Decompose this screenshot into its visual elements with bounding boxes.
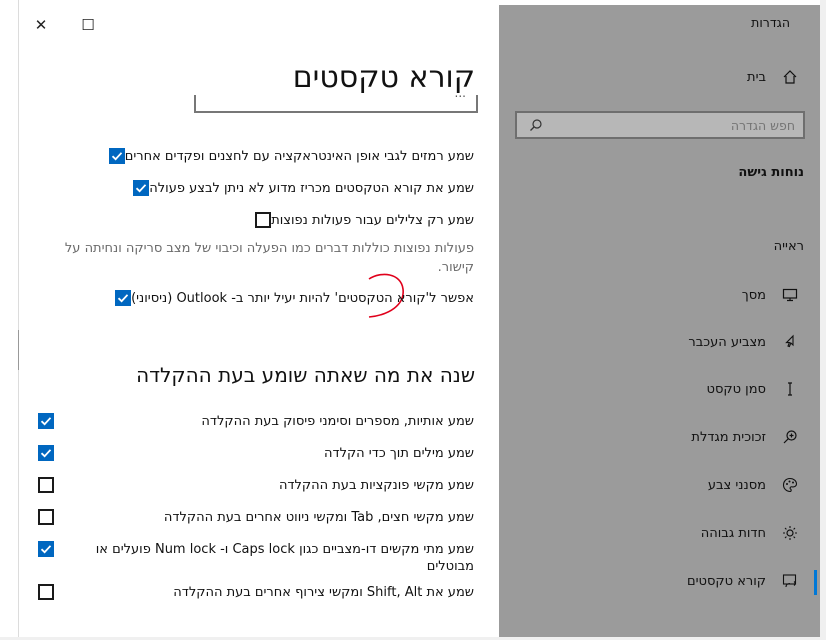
settings-sidebar: הגדרות בית נוחות גישה ראייה מסך מצביע העכ… [499,5,820,637]
keyboard-option-0[interactable]: שמע אותיות, מספרים וסימני פיסוק בעת ההקל… [28,413,474,430]
option-label: שמע רמזים לגבי אופן האינטראקציה עם לחצני… [124,149,474,164]
sidebar-item-narrator[interactable]: קורא טקסטים [499,561,820,601]
background-window-edge [0,0,20,640]
checkmark-icon [117,292,129,304]
search-icon [529,118,543,132]
keyboard-option-4[interactable]: שמע מתי מקשים דו-מצביים כגון Caps lock ו… [28,541,474,575]
search-box[interactable] [515,111,805,139]
option-label: אפשר ל'קורא הטקסטים' להיות יעיל יותר ב- … [131,291,474,306]
option-label: שמע מילים תוך כדי הקלדה [323,446,474,461]
checkmark-icon [135,182,147,194]
checkmark-icon [40,447,52,459]
maximize-icon: ☐ [81,16,95,34]
home-icon [780,67,800,87]
sidebar-item-label: חדות גבוהה [700,525,766,541]
partial-dropdown-value: ... [455,95,466,100]
close-icon: ✕ [34,16,48,34]
sidebar-item-label: מסנני צבע [707,477,766,493]
sidebar-item-label: סמן טקסט [706,381,766,397]
high-contrast-icon [780,523,800,543]
monitor-icon [780,285,800,305]
checkbox[interactable] [38,584,54,600]
option-label: שמע מקשי פונקציות בעת ההקלדה [278,478,474,493]
keyboard-section-heading: שנה את מה שאתה שומע בעת ההקלדה [136,363,475,387]
search-input[interactable] [543,116,803,134]
option-label: שמע אותיות, מספרים וסימני פיסוק בעת ההקל… [201,414,474,429]
option-top-2[interactable]: שמע רק צלילים עבור פעולות נפוצות [245,212,474,229]
partial-dropdown[interactable]: ... [194,95,478,113]
checkmark-icon [40,543,52,555]
keyboard-option-3[interactable]: שמע מקשי חצים, Tab ומקשי ניווט אחרים בעת… [28,509,474,526]
option-top-0[interactable]: שמע רמזים לגבי אופן האינטראקציה עם לחצני… [99,148,474,165]
sidebar-group-label: ראייה [773,239,804,254]
checkbox[interactable] [38,541,54,557]
magnifier-icon [780,427,800,447]
sidebar-item-monitor[interactable]: מסך [499,275,820,315]
page-title: קורא טקסטים [292,60,475,95]
keyboard-option-2[interactable]: שמע מקשי פונקציות בעת ההקלדה [28,477,474,494]
sidebar-item-label: זכוכית מגדלת [691,429,766,445]
narrator-icon [780,571,800,591]
maximize-button[interactable]: ☐ [78,15,98,35]
sidebar-section-title: נוחות גישה [738,165,804,180]
checkmark-icon [40,415,52,427]
option-label: שמע מקשי חצים, Tab ומקשי ניווט אחרים בעת… [163,510,474,525]
main-panel: ✕ ☐ קורא טקסטים ... פעולות נפוצות כוללות… [19,5,502,637]
option-top-1[interactable]: שמע את קורא הטקסטים מכריז מדוע לא ניתן ל… [123,180,474,197]
mouse-pointer-icon [780,332,800,352]
option-label: שמע את Shift, Alt ומקשי צירוף אחרים בעת … [173,585,474,600]
checkbox[interactable] [38,413,54,429]
selected-item-indicator [814,570,817,595]
sidebar-item-home[interactable]: בית [499,57,820,97]
sidebar-item-magnifier[interactable]: זכוכית מגדלת [499,417,820,457]
sidebar-item-mouse-pointer[interactable]: מצביע העכבר [499,322,820,362]
outlook-option[interactable]: אפשר ל'קורא הטקסטים' להיות יעיל יותר ב- … [105,290,474,307]
checkbox[interactable] [38,477,54,493]
sidebar-item-label: מצביע העכבר [688,334,766,350]
checkmark-icon [111,150,123,162]
checkbox[interactable] [38,445,54,461]
desktop-edge [820,0,826,640]
app-title: הגדרות [751,15,790,30]
checkbox[interactable] [115,290,132,306]
sidebar-item-label: קורא טקסטים [687,573,766,589]
checkbox[interactable] [255,212,272,228]
checkbox[interactable] [108,148,125,164]
color-filter-icon [780,475,800,495]
close-button[interactable]: ✕ [31,15,51,35]
text-cursor-icon [780,379,800,399]
sidebar-item-color-filter[interactable]: מסנני צבע [499,465,820,505]
sidebar-item-text-cursor[interactable]: סמן טקסט [499,369,820,409]
keyboard-option-1[interactable]: שמע מילים תוך כדי הקלדה [28,445,474,462]
sidebar-item-label: בית [747,69,766,85]
option-label: שמע מתי מקשים דו-מצביים כגון Caps lock ו… [95,542,474,574]
option-label: שמע את קורא הטקסטים מכריז מדוע לא ניתן ל… [149,181,474,196]
sidebar-item-label: מסך [741,287,766,303]
sidebar-item-high-contrast[interactable]: חדות גבוהה [499,513,820,553]
settings-window: ✕ ☐ קורא טקסטים ... פעולות נפוצות כוללות… [0,0,826,640]
checkbox[interactable] [38,509,54,525]
keyboard-option-5[interactable]: שמע את Shift, Alt ומקשי צירוף אחרים בעת … [28,584,474,601]
option-label: שמע רק צלילים עבור פעולות נפוצות [271,213,474,228]
checkbox[interactable] [133,180,150,196]
